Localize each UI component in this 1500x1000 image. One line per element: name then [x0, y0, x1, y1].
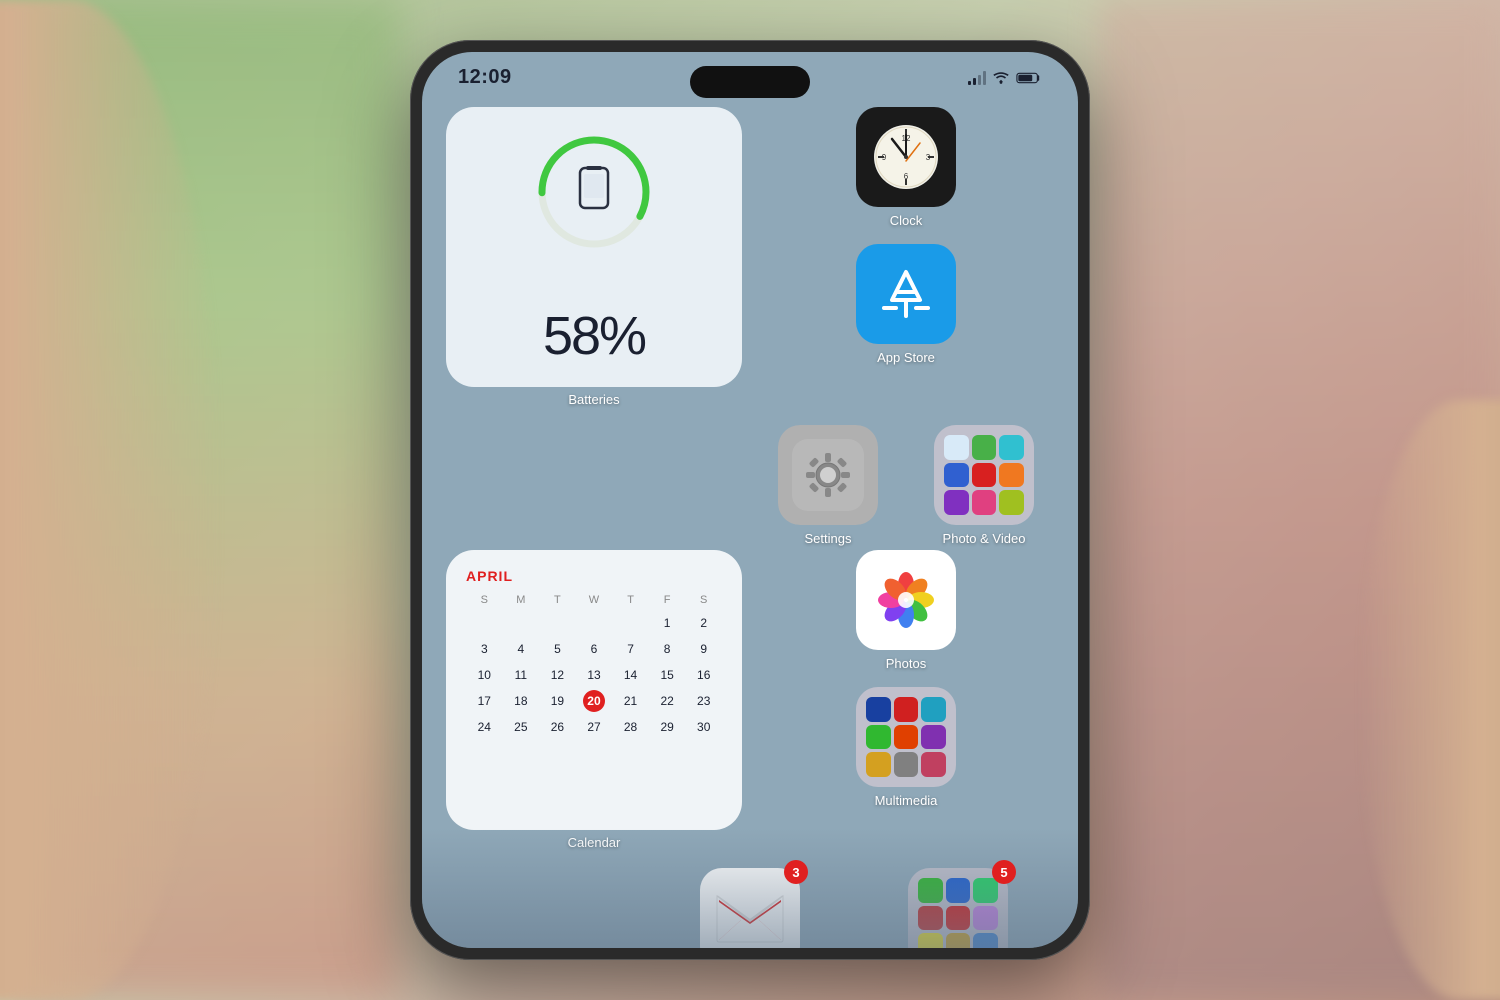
svg-text:3: 3	[926, 153, 931, 162]
dock-area	[422, 828, 1078, 948]
appstore-label: App Store	[877, 350, 935, 365]
app-clock[interactable]: 12 3 6 9	[758, 107, 1054, 228]
appstore-icon-bg	[856, 244, 956, 344]
social-badge: 5	[992, 860, 1016, 884]
photo-video-label: Photo & Video	[943, 531, 1026, 546]
settings-label: Settings	[805, 531, 852, 546]
app-photo-video[interactable]: Photo & Video	[914, 425, 1054, 546]
app-appstore[interactable]: App Store	[758, 244, 1054, 365]
gmail-badge: 3	[784, 860, 808, 884]
clock-icon-bg: 12 3 6 9	[856, 107, 956, 207]
home-content: 58%	[422, 97, 1078, 948]
status-icons	[968, 71, 1042, 85]
multimedia-label: Multimedia	[875, 793, 938, 808]
svg-text:6: 6	[904, 172, 909, 181]
battery-circle	[529, 127, 659, 257]
phone-screen: 12:09	[422, 52, 1078, 948]
battery-widget[interactable]: 58%	[446, 107, 742, 387]
svg-text:9: 9	[882, 153, 887, 162]
status-time: 12:09	[458, 66, 512, 89]
calendar-widget[interactable]: APRIL S M T W T F S	[446, 550, 742, 830]
status-bar: 12:09	[422, 52, 1078, 97]
calendar-header: S M T W T F S	[466, 594, 722, 606]
battery-widget-label: Batteries	[568, 392, 619, 407]
phone-device: 12:09	[410, 40, 1090, 960]
photos-label: Photos	[886, 656, 926, 671]
wifi-icon	[992, 71, 1010, 85]
dynamic-island	[690, 66, 810, 98]
app-multimedia[interactable]: Multimedia	[758, 687, 1054, 808]
battery-percent-text: 58%	[543, 305, 645, 367]
app-photos[interactable]: Photos	[758, 550, 1054, 671]
phone-body: 12:09	[410, 40, 1090, 960]
signal-icon	[968, 71, 986, 85]
calendar-grid: 1 2 3 4 5 6 7 8 9 10 11	[466, 612, 722, 738]
app-settings[interactable]: Settings	[758, 425, 898, 546]
photos-icon-bg	[856, 550, 956, 650]
battery-ring-svg	[529, 127, 659, 257]
settings-icon-bg	[778, 425, 878, 525]
calendar-month: APRIL	[466, 568, 722, 584]
battery-status-icon	[1016, 71, 1042, 85]
calendar-today: 20	[583, 690, 605, 712]
clock-label: Clock	[890, 213, 923, 228]
